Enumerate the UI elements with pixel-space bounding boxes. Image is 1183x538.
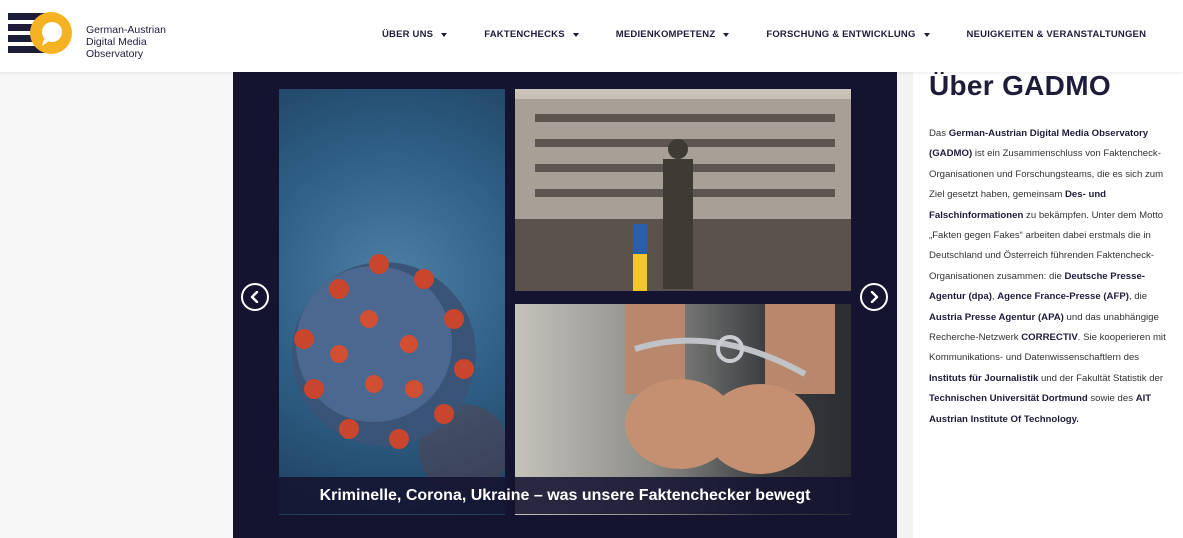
nav-item-forschung-entwicklung[interactable]: FORSCHUNG & ENTWICKLUNG bbox=[766, 29, 930, 40]
main-nav: ÜBER UNS FAKTENCHECKS MEDIENKOMPETENZ FO… bbox=[382, 29, 1146, 40]
nav-item-ueber-uns[interactable]: ÜBER UNS bbox=[382, 29, 448, 40]
ruins-illustration bbox=[515, 99, 851, 291]
slider-gutter bbox=[897, 72, 913, 538]
caret-down-icon bbox=[572, 32, 579, 37]
caret-down-icon bbox=[441, 32, 448, 37]
slider-prev-button[interactable] bbox=[241, 283, 269, 311]
chevron-right-icon bbox=[870, 291, 879, 303]
nav-label: ÜBER UNS bbox=[382, 29, 434, 40]
slide-caption[interactable]: Kriminelle, Corona, Ukraine – was unsere… bbox=[258, 477, 872, 514]
nav-label: NEUIGKEITEN & VERANSTALTUNGEN bbox=[966, 29, 1147, 40]
para-text: , die bbox=[1128, 291, 1148, 303]
nav-item-neuigkeiten-veranstaltungen[interactable]: NEUIGKEITEN & VERANSTALTUNGEN bbox=[967, 29, 1147, 40]
nav-item-faktenchecks[interactable]: FAKTENCHECKS bbox=[484, 29, 579, 40]
nav-label: MEDIENKOMPETENZ bbox=[615, 29, 716, 40]
slider-next-button[interactable] bbox=[860, 283, 888, 311]
logo-mark-icon bbox=[8, 12, 72, 54]
left-spacer bbox=[0, 72, 233, 538]
para-bold-afp: Agence France-Presse (AFP) bbox=[997, 291, 1129, 303]
sidebar-title: Über GADMO bbox=[929, 70, 1111, 101]
virus-illustration bbox=[292, 254, 505, 494]
para-bold-correctiv: CORRECTIV bbox=[1021, 332, 1078, 344]
para-text: Das bbox=[929, 128, 949, 139]
caret-down-icon bbox=[723, 32, 730, 37]
para-bold-tu-dortmund: Technischen Universität Dortmund bbox=[929, 393, 1088, 405]
nav-item-medienkompetenz[interactable]: MEDIENKOMPETENZ bbox=[616, 29, 730, 40]
logo-line-1: German-Austrian bbox=[86, 24, 166, 36]
nav-label: FORSCHUNG & ENTWICKLUNG bbox=[766, 29, 916, 40]
para-text: und der Fakultät Statistik der bbox=[1038, 372, 1164, 384]
para-bold-institut: Instituts für Journalistik bbox=[929, 372, 1039, 384]
slide-image-ukraine-ruins[interactable] bbox=[515, 89, 851, 291]
site-header: German-Austrian Digital Media Observator… bbox=[0, 0, 1183, 72]
gadmo-logo[interactable]: German-Austrian Digital Media Observator… bbox=[8, 10, 168, 60]
para-bold-apa: Austria Presse Agentur (APA) bbox=[929, 311, 1064, 323]
para-text: sowie des bbox=[1087, 393, 1136, 405]
chevron-left-icon bbox=[250, 291, 259, 303]
logo-text: German-Austrian Digital Media Observator… bbox=[86, 24, 166, 60]
sidebar-paragraph: Das German-Austrian Digital Media Observ… bbox=[929, 124, 1179, 430]
caret-down-icon bbox=[923, 32, 930, 37]
about-sidebar: Über GADMO Das German-Austrian Digital M… bbox=[929, 70, 1179, 430]
logo-line-3: Observatory bbox=[86, 48, 144, 60]
nav-label: FAKTENCHECKS bbox=[484, 29, 565, 40]
slide-image-corona-virus[interactable] bbox=[279, 89, 505, 515]
logo-line-2: Digital Media bbox=[86, 36, 147, 48]
